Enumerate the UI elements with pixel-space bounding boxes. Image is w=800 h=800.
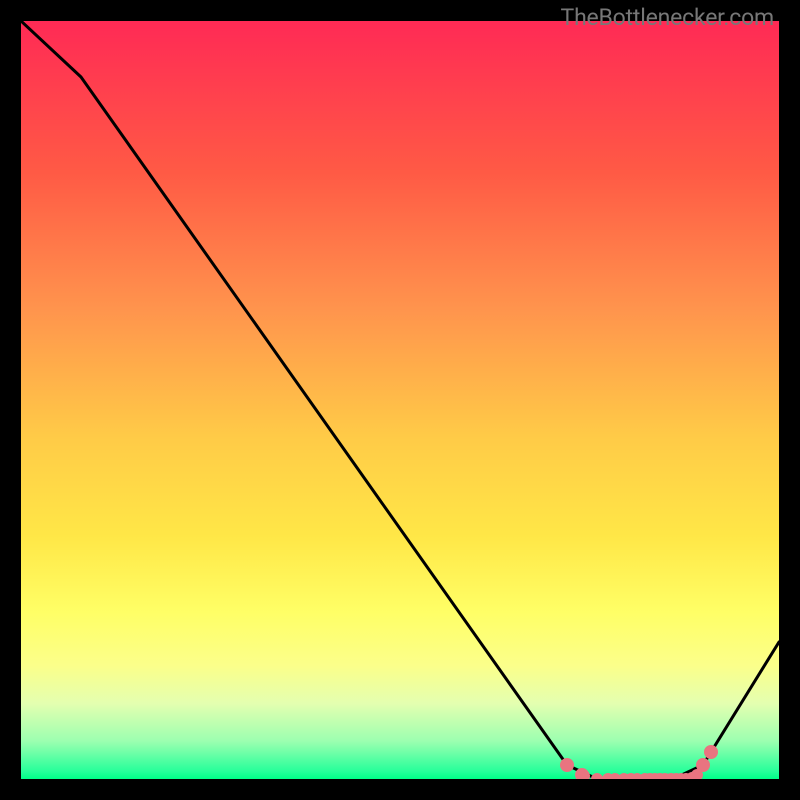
dotted-segment	[580, 761, 707, 779]
attribution-text: TheBottlenecker.com	[561, 4, 774, 31]
chart-svg	[21, 21, 779, 779]
marker-1	[561, 759, 573, 771]
marker-2	[576, 769, 588, 779]
marker-3	[697, 759, 709, 771]
marker-4	[705, 746, 717, 758]
chart-area	[21, 21, 779, 779]
bottleneck-curve-line	[21, 21, 779, 779]
